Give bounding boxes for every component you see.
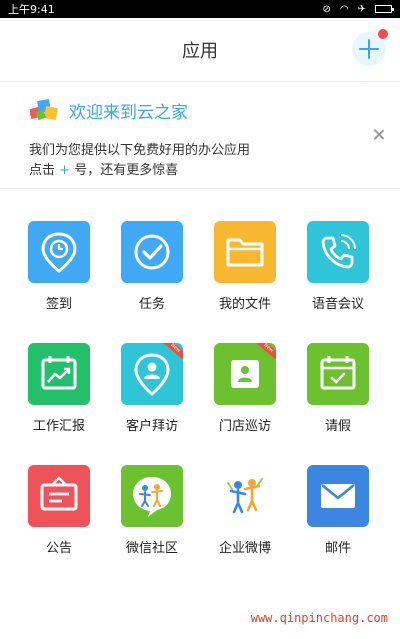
app-label: 任务	[138, 297, 165, 312]
app-label: 客户拜访	[125, 419, 178, 434]
app-label: 邮件	[324, 541, 351, 556]
status-bar: 上午9:41 ⊘ ◠ ✈	[0, 0, 400, 18]
app-work-report[interactable]: 工作汇报	[14, 343, 104, 434]
add-app-button[interactable]	[352, 29, 388, 66]
new-badge: New	[254, 343, 276, 365]
people-icon	[227, 478, 263, 514]
new-badge-label: New	[254, 343, 276, 365]
app-icon-tile	[121, 465, 183, 527]
app-voice-meeting[interactable]: 语音会议	[293, 221, 383, 312]
banner-hint: 点击 + 号，还有更多惊喜	[29, 159, 178, 178]
app-my-files[interactable]: 我的文件	[200, 221, 290, 312]
app-icon-tile	[307, 221, 369, 283]
app-label: 语音会议	[311, 297, 364, 312]
banner-hint-prefix: 点击	[29, 163, 56, 178]
app-store-visit[interactable]: New 门店巡访	[200, 343, 290, 434]
folder-icon	[226, 238, 264, 267]
notification-dot	[378, 29, 388, 39]
app-icon-tile	[307, 465, 369, 527]
banner-description: 我们为您提供以下免费好用的办公应用	[29, 143, 251, 158]
app-label: 微信社区	[125, 541, 178, 556]
checkmark-icon	[134, 234, 170, 270]
chat-people-icon	[133, 477, 171, 517]
status-icons: ⊘ ◠ ✈	[322, 3, 394, 15]
app-icon-tile	[307, 343, 369, 405]
calendar-chart-icon	[41, 356, 77, 390]
banner-title: 欢迎来到云之家	[69, 103, 188, 123]
app-label: 工作汇报	[32, 419, 85, 434]
app-label: 请假	[324, 419, 351, 434]
banner-plus-symbol: +	[59, 163, 71, 178]
notice-board-icon	[40, 476, 78, 511]
app-tasks[interactable]: 任务	[107, 221, 197, 312]
app-icon-tile	[214, 221, 276, 283]
banner-hint-suffix: 号，还有更多惊喜	[74, 163, 179, 178]
new-badge-label: New	[161, 343, 183, 365]
app-icon-tile	[28, 221, 90, 283]
wifi-icon: ◠	[339, 3, 349, 15]
app-leave-request[interactable]: 请假	[293, 343, 383, 434]
calendar-check-icon	[320, 356, 356, 390]
airplane-icon: ✈	[357, 3, 366, 15]
close-banner-button[interactable]	[372, 128, 386, 142]
app-checkin[interactable]: 签到	[14, 221, 104, 312]
cloud-home-logo-icon	[30, 99, 58, 121]
app-mail[interactable]: 邮件	[293, 465, 383, 556]
battery-icon	[375, 5, 394, 13]
app-announcement[interactable]: 公告	[14, 465, 104, 556]
page-title: 应用	[182, 41, 218, 62]
app-label: 企业微博	[218, 541, 271, 556]
app-label: 门店巡访	[218, 419, 271, 434]
app-label: 我的文件	[218, 297, 271, 312]
status-time: 上午9:41	[8, 3, 55, 16]
app-customer-visit[interactable]: New 客户拜访	[107, 343, 197, 434]
app-company-weibo[interactable]: 企业微博	[200, 465, 290, 556]
app-label: 签到	[45, 297, 72, 312]
mail-icon	[321, 483, 355, 508]
app-icon-tile: New	[121, 343, 183, 405]
app-icon-tile	[214, 465, 276, 527]
header: 应用	[0, 18, 400, 82]
app-wechat-community[interactable]: 微信社区	[107, 465, 197, 556]
app-icon-tile	[28, 465, 90, 527]
mute-icon: ⊘	[322, 3, 331, 15]
watermark-text: www.qinpinchang.com	[250, 611, 388, 625]
phone-icon	[321, 234, 356, 269]
app-icon-tile	[28, 343, 90, 405]
location-clock-icon	[41, 232, 77, 273]
app-icon-tile	[121, 221, 183, 283]
app-label: 公告	[45, 541, 72, 556]
app-icon-tile: New	[214, 343, 276, 405]
new-badge: New	[161, 343, 183, 365]
welcome-banner: 欢迎来到云之家 我们为您提供以下免费好用的办公应用 点击 + 号，还有更多惊喜	[0, 83, 400, 189]
